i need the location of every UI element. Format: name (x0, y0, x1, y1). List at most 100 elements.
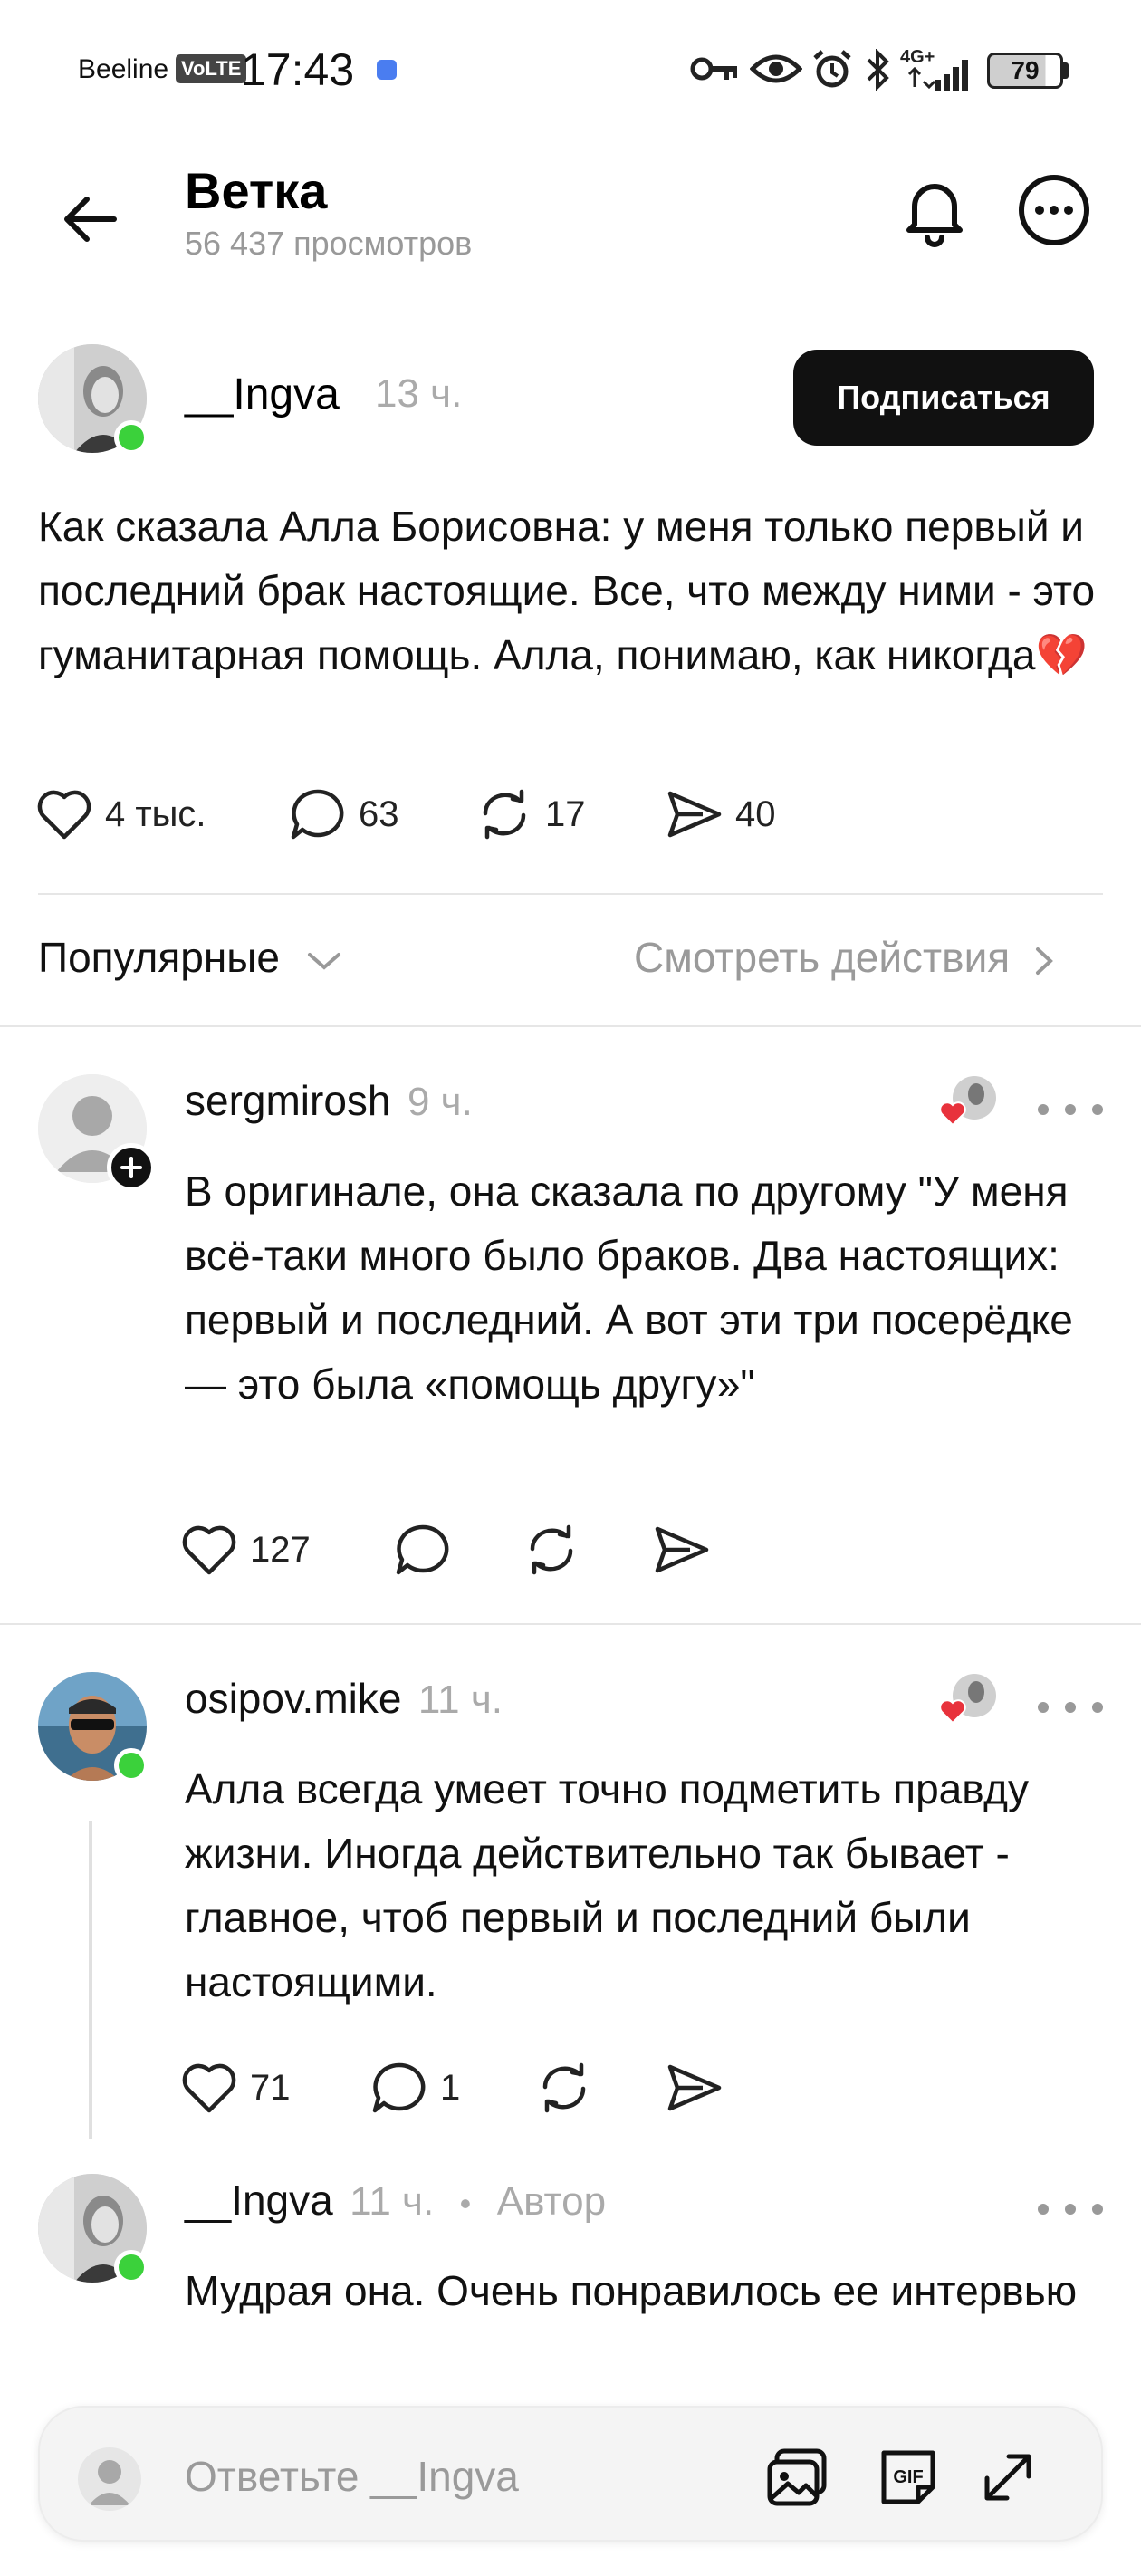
author-liked-indicator (935, 1670, 998, 1734)
image-gallery-icon (767, 2448, 827, 2506)
post-like-count: 4 тыс. (105, 793, 206, 834)
comment-time: 11 ч. (417, 1677, 503, 1722)
views-count: 56 437 просмотров (185, 225, 473, 262)
default-user-icon (89, 2460, 130, 2505)
bell-icon (906, 184, 963, 247)
more-options-button[interactable] (1016, 172, 1092, 248)
eye-icon (750, 54, 802, 83)
share-icon (667, 2064, 722, 2111)
post-like-button[interactable]: 4 тыс. (36, 788, 206, 841)
sort-label: Популярные (38, 934, 280, 981)
author-like-heart-icon (939, 1076, 996, 1127)
comment-reply-button[interactable] (395, 1523, 451, 1581)
comment-author-name[interactable]: __Ingva (185, 2177, 333, 2224)
battery-indicator: 79 (987, 53, 1063, 89)
comment-like-count: 127 (250, 1529, 311, 1570)
comment-repost-button[interactable] (523, 1523, 580, 1581)
attach-image-button[interactable] (764, 2444, 831, 2515)
heart-icon (182, 2063, 236, 2113)
comment-author-name[interactable]: sergmirosh (185, 1077, 391, 1124)
follow-plus-button[interactable] (107, 1143, 156, 1192)
back-arrow-icon (64, 197, 117, 242)
author-badge: Автор (496, 2179, 607, 2224)
repost-icon (530, 1524, 573, 1575)
notifications-button[interactable] (896, 172, 973, 248)
share-icon (667, 791, 722, 838)
comment-icon (372, 2062, 426, 2113)
key-icon (690, 57, 737, 81)
follow-button[interactable]: Подписаться (793, 350, 1094, 446)
comment-more-button[interactable] (1038, 1694, 1103, 1721)
comment-icon (291, 789, 344, 840)
expand-icon (984, 2454, 1031, 2501)
post-comment-button[interactable]: 63 (290, 788, 399, 841)
reply-input[interactable] (185, 2451, 656, 2502)
chevron-right-icon (1035, 947, 1053, 975)
current-user-avatar (78, 2447, 141, 2511)
comment-share-button[interactable] (654, 1523, 710, 1581)
comment-like-button[interactable]: 71 (181, 2062, 291, 2114)
bluetooth-icon (867, 49, 889, 91)
svg-text:GIF: GIF (893, 2467, 923, 2487)
post-share-button[interactable]: 40 (666, 788, 776, 841)
comment-share-button[interactable] (666, 2062, 723, 2119)
repost-icon (542, 2062, 586, 2113)
post-share-count: 40 (735, 793, 776, 834)
post-time: 13 ч. (375, 371, 463, 416)
post-comment-count: 63 (359, 793, 399, 834)
comment-header: __Ingva 11 ч. • Автор (185, 2176, 606, 2225)
view-actions-link[interactable]: Смотреть действия (634, 933, 1056, 982)
comment-text: Мудрая она. Очень понравилось ее интервь… (185, 2267, 1078, 2314)
heart-icon (182, 1525, 236, 1575)
share-icon (655, 1526, 709, 1573)
view-actions-label: Смотреть действия (634, 934, 1011, 981)
page-title: Ветка (185, 162, 328, 219)
thread-line (89, 1821, 92, 2139)
back-button[interactable] (54, 181, 130, 257)
alarm-icon (813, 50, 851, 88)
post-author-name[interactable]: __Ingva (185, 370, 340, 419)
comment-icon (396, 1524, 449, 1575)
expand-composer-button[interactable] (974, 2444, 1041, 2515)
online-status-dot (114, 1748, 149, 1783)
status-time: 17:43 (241, 44, 355, 95)
comment-reply-button[interactable]: 1 (371, 2062, 460, 2114)
online-status-dot (114, 2250, 149, 2284)
comment-time: 11 ч. (350, 2179, 435, 2224)
comment-more-button[interactable] (1038, 1096, 1103, 1123)
more-circle-icon (1019, 175, 1089, 245)
gif-button[interactable]: GIF (875, 2444, 942, 2515)
comment-divider (0, 1623, 1141, 1625)
comment-header: sergmirosh 9 ч. (185, 1076, 473, 1125)
section-divider (0, 1025, 1141, 1027)
battery-tip (1063, 62, 1069, 79)
post-text: Как сказала Алла Борисовна: у меня тольк… (38, 503, 1096, 678)
post-repost-button[interactable]: 17 (476, 788, 586, 841)
author-liked-indicator (935, 1072, 998, 1136)
signal-icon (907, 60, 968, 91)
comment-author-name[interactable]: osipov.mike (185, 1675, 401, 1722)
comment-repost-button[interactable] (536, 2062, 592, 2119)
author-like-heart-icon (939, 1674, 996, 1725)
carrier-label: Beeline (78, 54, 169, 84)
heart-icon (37, 790, 91, 840)
comment-like-button[interactable]: 127 (181, 1523, 311, 1576)
comment-reply-count: 1 (440, 2067, 461, 2108)
volte-badge: VoLTE (176, 54, 247, 83)
online-status-dot (114, 420, 149, 455)
comment-time: 9 ч. (407, 1080, 473, 1124)
comment-like-count: 71 (250, 2067, 291, 2108)
separator-dot: • (459, 2185, 472, 2222)
gif-icon: GIF (881, 2450, 935, 2504)
plus-icon (120, 1157, 142, 1178)
repost-icon (483, 789, 526, 840)
comment-text: Алла всегда умеет точно подметить правду… (185, 1765, 1030, 2005)
comment-header: osipov.mike 11 ч. (185, 1674, 503, 1723)
notification-app-icon (377, 60, 397, 80)
chevron-down-icon (307, 952, 340, 970)
comment-more-button[interactable] (1038, 2196, 1103, 2223)
post-repost-count: 17 (545, 793, 586, 834)
comment-text: В оригинале, она сказала по другому "У м… (185, 1168, 1073, 1408)
post-divider (38, 893, 1103, 895)
sort-dropdown[interactable]: Популярные (38, 933, 344, 982)
